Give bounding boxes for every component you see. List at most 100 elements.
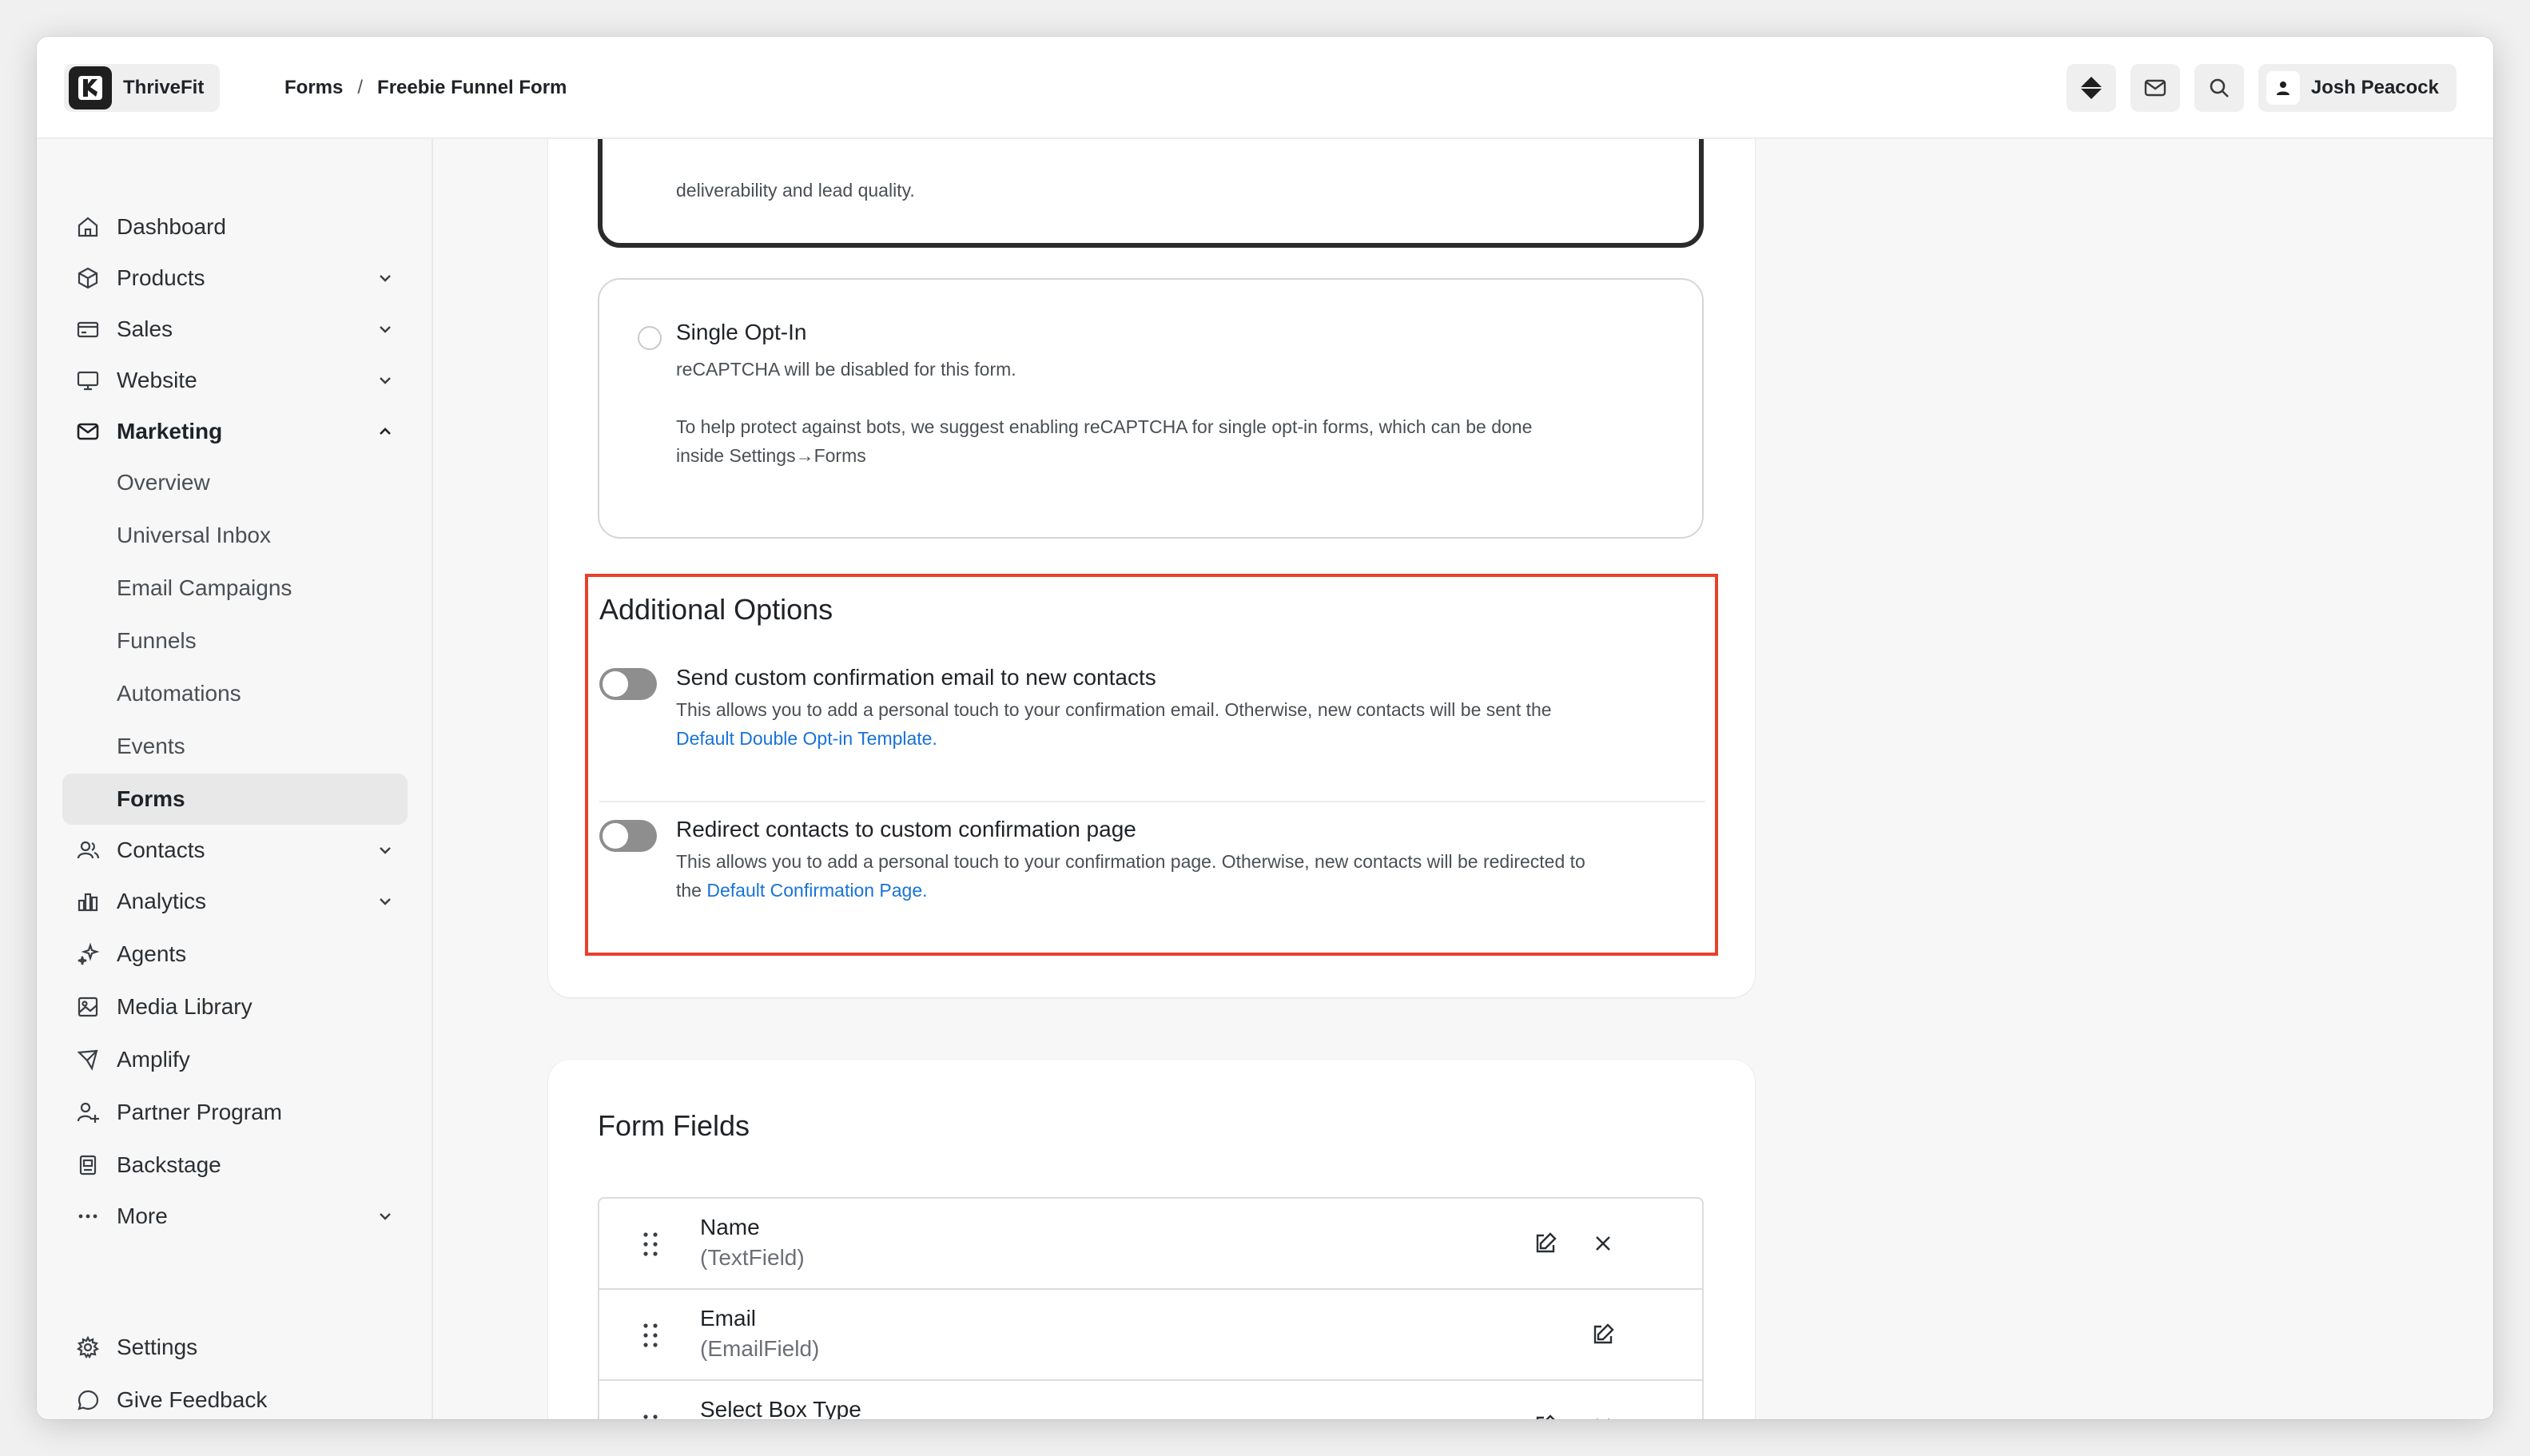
double-optin-description: deliverability and lead quality. — [676, 180, 915, 201]
sidebar-subitem-forms[interactable]: Forms — [62, 774, 408, 825]
table-row: Select Box Type (SelectBoxField) — [599, 1381, 1702, 1419]
chevron-down-icon[interactable] — [371, 887, 400, 916]
custom-page-title: Redirect contacts to custom confirmation… — [676, 817, 1136, 841]
field-type: (TextField) — [700, 1245, 805, 1270]
edit-icon[interactable] — [1530, 1227, 1561, 1259]
sidebar-item-label: Analytics — [117, 889, 207, 913]
sidebar-item-partner-program[interactable]: Partner Program — [62, 1087, 408, 1138]
search-icon — [2210, 78, 2229, 97]
image-icon — [74, 993, 102, 1021]
sidebar-item-products[interactable]: Products — [62, 253, 408, 304]
sidebar-item-label: Sales — [117, 316, 173, 341]
sidebar-item-media-library[interactable]: Media Library — [62, 981, 408, 1032]
sidebar-item-sales[interactable]: Sales — [62, 304, 408, 355]
user-icon — [2276, 82, 2289, 95]
field-name: Name — [700, 1215, 760, 1239]
default-double-optin-template-link[interactable]: Default Double Opt-in Template — [676, 728, 932, 749]
sidebar-item-label: Agents — [117, 941, 187, 966]
custom-page-toggle[interactable] — [599, 820, 657, 852]
inbox-button[interactable] — [2130, 64, 2180, 112]
single-optin-line1: reCAPTCHA will be disabled for this form… — [676, 359, 1016, 380]
sidebar-item-label: Contacts — [117, 837, 205, 862]
chevron-down-icon[interactable] — [371, 264, 400, 292]
field-name: Email — [700, 1306, 757, 1331]
dots-icon — [74, 1202, 102, 1231]
sidebar-subitem-universal-inbox[interactable]: Universal Inbox — [62, 510, 408, 561]
sidebar-item-more[interactable]: More — [62, 1191, 408, 1242]
single-optin-title: Single Opt-In — [676, 320, 807, 344]
custom-email-link-suffix: . — [932, 728, 937, 749]
sidebar-item-label: Media Library — [117, 994, 253, 1019]
custom-page-text-after: the — [676, 880, 702, 901]
chevron-down-icon[interactable] — [371, 366, 400, 395]
sidebar-subitem-automations[interactable]: Automations — [62, 668, 408, 719]
field-name: Select Box Type — [700, 1397, 861, 1419]
sidebar-subitem-funnels[interactable]: Funnels — [62, 615, 408, 666]
sidebar-item-label: Partner Program — [117, 1100, 282, 1124]
sidebar-item-label: Give Feedback — [117, 1387, 268, 1412]
chevron-down-icon[interactable] — [371, 836, 400, 865]
brand-name: ThriveFit — [123, 77, 205, 98]
breadcrumb-current: Freebie Funnel Form — [377, 77, 567, 98]
sidebar-subitem-overview[interactable]: Overview — [62, 457, 408, 508]
edit-icon[interactable] — [1587, 1319, 1619, 1351]
top-actions: Josh Peacock — [2066, 64, 2456, 112]
drag-handle-icon[interactable] — [641, 1413, 660, 1419]
single-optin-option[interactable]: Single Opt-In reCAPTCHA will be disabled… — [598, 278, 1704, 539]
sidebar-item-label: Backstage — [117, 1152, 221, 1177]
sidebar-item-dashboard[interactable]: Dashboard — [62, 201, 408, 253]
breadcrumb-separator: / — [357, 77, 364, 98]
drag-handle-icon[interactable] — [641, 1231, 660, 1258]
sidebar-item-marketing[interactable]: Marketing — [62, 406, 408, 457]
user-menu-button[interactable]: Josh Peacock — [2258, 64, 2456, 112]
field-type: (EmailField) — [700, 1336, 820, 1361]
default-confirmation-page-link[interactable]: Default Confirmation Page — [706, 880, 922, 901]
sidebar-item-agents[interactable]: Agents — [62, 929, 408, 980]
sidebar-item-analytics[interactable]: Analytics — [62, 876, 408, 927]
close-icon[interactable] — [1587, 1410, 1619, 1419]
sidebar-item-backstage[interactable]: Backstage — [62, 1140, 408, 1191]
drag-handle-icon[interactable] — [641, 1322, 660, 1349]
sidebar-subitem-events[interactable]: Events — [62, 721, 408, 772]
diamond-button[interactable] — [2066, 64, 2116, 112]
search-button[interactable] — [2194, 64, 2244, 112]
home-icon — [74, 213, 102, 241]
sidebar-item-give-feedback[interactable]: Give Feedback — [62, 1374, 408, 1419]
sidebar-item-settings[interactable]: Settings — [62, 1322, 408, 1373]
breadcrumb-forms-link[interactable]: Forms — [284, 77, 343, 99]
custom-email-description: This allows you to add a personal touch … — [676, 695, 1699, 753]
custom-email-text: This allows you to add a personal touch … — [676, 699, 1552, 720]
custom-page-text: This allows you to add a personal touch … — [676, 851, 1585, 872]
chevron-down-icon[interactable] — [371, 315, 400, 344]
custom-email-title: Send custom confirmation email to new co… — [676, 665, 1156, 690]
backstage-icon — [74, 1151, 102, 1180]
top-bar: ThriveFit Forms / Freebie Funnel Form Jo… — [37, 37, 2493, 139]
sidebar-item-label: Products — [117, 265, 205, 290]
double-optin-option[interactable]: deliverability and lead quality. — [598, 139, 1704, 248]
sidebar-item-contacts[interactable]: Contacts — [62, 825, 408, 876]
chevron-down-icon[interactable] — [371, 1202, 400, 1231]
partner-icon — [74, 1098, 102, 1127]
mail-icon — [74, 417, 102, 446]
optin-settings-card: deliverability and lead quality. Single … — [548, 139, 1755, 997]
chart-icon — [74, 887, 102, 916]
edit-icon[interactable] — [1530, 1410, 1561, 1419]
brand-logo-icon — [69, 66, 112, 109]
table-row: Name (TextField) — [599, 1199, 1702, 1290]
gear-icon — [74, 1333, 102, 1362]
close-icon[interactable] — [1587, 1227, 1619, 1259]
box-icon — [74, 264, 102, 292]
sidebar-item-website[interactable]: Website — [62, 355, 408, 406]
monitor-icon — [74, 366, 102, 395]
user-name: Josh Peacock — [2310, 77, 2439, 98]
sidebar-item-amplify[interactable]: Amplify — [62, 1034, 408, 1085]
sidebar-subitem-email-campaigns[interactable]: Email Campaigns — [62, 563, 408, 614]
users-icon — [74, 836, 102, 865]
single-optin-radio[interactable] — [638, 326, 662, 350]
breadcrumb: Forms / Freebie Funnel Form — [284, 37, 567, 139]
avatar — [2265, 71, 2300, 105]
sidebar-item-label: Settings — [117, 1335, 198, 1359]
chevron-up-icon[interactable] — [371, 417, 400, 446]
workspace-switcher[interactable]: ThriveFit — [64, 64, 221, 112]
custom-email-toggle[interactable] — [599, 668, 657, 700]
